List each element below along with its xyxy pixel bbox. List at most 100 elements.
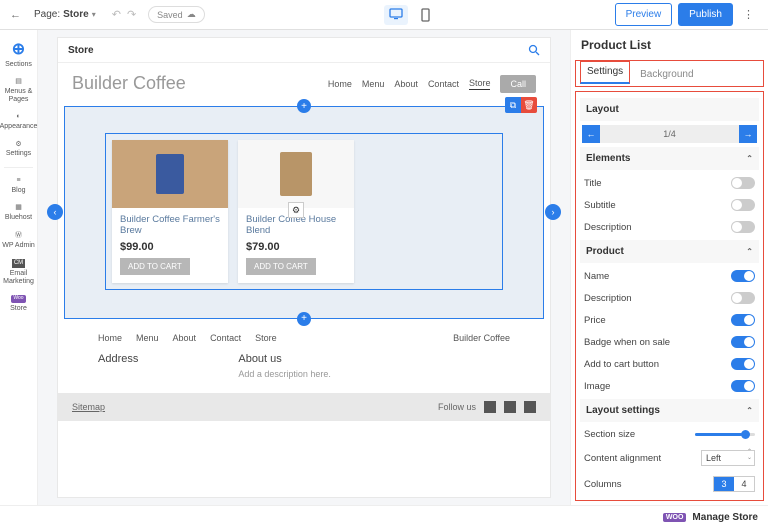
columns-4[interactable]: 4 [734,477,754,491]
columns-picker[interactable]: 34 [713,476,755,492]
page-name: Store [63,9,89,20]
add-to-cart-button[interactable]: ADD TO CART [246,258,316,275]
redo-icon[interactable]: ↷ [127,8,136,21]
row-label: Description [584,293,632,304]
toggle-badge[interactable] [731,336,755,348]
duplicate-icon[interactable]: ⧉ [505,97,521,113]
columns-3[interactable]: 3 [714,477,734,491]
layout-next-icon[interactable]: → [739,125,757,143]
product-image [112,140,228,208]
desktop-icon[interactable] [384,5,408,25]
footer-nav-item[interactable]: Home [98,333,122,343]
top-bar: ← Page: Store ▾ ↶ ↷ Saved ☁ Preview Publ… [0,0,768,30]
toggle-image[interactable] [731,380,755,392]
group-layout-settings[interactable]: Layout settings⌃ [580,399,759,422]
layout-prev-icon[interactable]: ← [582,125,600,143]
group-product[interactable]: Product ⌃ [580,240,759,263]
toggle-description[interactable] [731,221,755,233]
toggle-product-description[interactable] [731,292,755,304]
toggle-price[interactable] [731,314,755,326]
footer-nav-item[interactable]: Contact [210,333,241,343]
sidebar-label: Bluehost [5,214,32,222]
footer-nav-item[interactable]: Store [255,333,277,343]
section-size-slider[interactable] [695,433,755,436]
row-label: Badge when on sale [584,337,670,348]
breadcrumb: Store [68,45,94,56]
row-columns: Columns34 [582,471,757,497]
sidebar-blog[interactable]: ≡Blog [0,172,37,199]
page-selector[interactable]: Page: Store ▾ [34,9,96,20]
footer-nav-item[interactable]: About [173,333,197,343]
sidebar-label: Store [10,305,27,313]
footer-nav-item[interactable]: Menu [136,333,159,343]
row-label: Price [584,315,606,326]
chevron-down-icon: ▾ [92,10,96,19]
grid-icon: ▦ [15,204,22,212]
sitemap-link[interactable]: Sitemap [72,402,105,412]
chevron-up-icon: ⌃ [746,154,753,163]
site-nav: Home Menu About Contact Store Call [328,75,536,93]
sidebar-menus-pages[interactable]: ▤Menus & Pages [0,73,37,108]
sidebar-settings[interactable]: ⚙Settings [0,136,37,163]
twitter-icon[interactable] [504,401,516,413]
product-card[interactable]: ⚙ Builder Coffee House Blend $79.00 ADD … [238,140,354,283]
group-elements[interactable]: Elements ⌃ [580,147,759,170]
nav-about[interactable]: About [394,79,418,89]
product-card[interactable]: Builder Coffee Farmer's Brew $99.00 ADD … [112,140,228,283]
nav-store[interactable]: Store [469,78,491,90]
add-to-cart-button[interactable]: ADD TO CART [120,258,190,275]
preview-button[interactable]: Preview [615,3,673,26]
toggle-add-to-cart[interactable] [731,358,755,370]
call-button[interactable]: Call [500,75,536,93]
back-arrow-icon[interactable]: ← [10,9,26,21]
group-label: Elements [586,153,630,164]
toggle-title[interactable] [731,177,755,189]
bottom-bar: WOO Manage Store [0,505,768,529]
nav-home[interactable]: Home [328,79,352,89]
about-heading: About us [238,353,281,365]
tab-settings[interactable]: Settings [580,61,630,84]
nav-menu[interactable]: Menu [362,79,385,89]
row-label: Title [584,178,602,189]
carousel-next-icon[interactable]: › [545,204,561,220]
website-canvas[interactable]: Store Builder Coffee Home Menu About Con… [58,38,550,497]
undo-icon[interactable]: ↶ [112,8,121,21]
sidebar-label: Blog [11,187,25,195]
sidebar-wpadmin[interactable]: ⓌWP Admin [0,227,37,254]
row-name: Name [582,265,757,287]
add-section-below-icon[interactable]: + [297,312,311,326]
mobile-icon[interactable] [416,5,435,25]
sidebar-sections[interactable]: ⊕Sections [0,36,37,73]
sidebar-email-marketing[interactable]: CMEmail Marketing [0,254,37,290]
saved-indicator: Saved ☁ [148,6,205,23]
tab-background[interactable]: Background [638,65,695,84]
cm-icon: CM [12,259,25,268]
selected-section[interactable]: + ⧉ 🗑 ‹ › Builder Coffee Farmer's Brew $… [64,106,544,319]
carousel-prev-icon[interactable]: ‹ [47,204,63,220]
facebook-icon[interactable] [484,401,496,413]
panel-tabs: Settings Background [575,60,764,87]
publish-button[interactable]: Publish [678,3,733,26]
group-label: Product [586,246,624,257]
delete-icon[interactable]: 🗑 [521,97,537,113]
nav-contact[interactable]: Contact [428,79,459,89]
row-label: Add to cart button [584,359,659,370]
alignment-select[interactable]: Left [701,450,755,466]
product-grid[interactable]: Builder Coffee Farmer's Brew $99.00 ADD … [105,133,503,290]
card-settings-icon[interactable]: ⚙ [288,202,304,218]
search-icon[interactable] [528,44,540,56]
toggle-subtitle[interactable] [731,199,755,211]
more-menu-icon[interactable]: ⋮ [739,8,758,21]
row-description: Description [582,216,757,238]
toggle-name[interactable] [731,270,755,282]
instagram-icon[interactable] [524,401,536,413]
sidebar-label: Sections [5,61,32,69]
manage-store-link[interactable]: Manage Store [692,512,758,523]
sidebar-bluehost[interactable]: ▦ Bluehost [0,199,37,226]
add-section-above-icon[interactable]: + [297,99,311,113]
sidebar-appearance[interactable]: ◐Appearance [0,108,37,135]
woo-badge-icon: WOO [663,513,687,522]
chevron-up-icon: ⌃ [746,247,753,256]
sidebar-store[interactable]: WooStore [0,290,37,317]
group-layout[interactable]: Layout [580,98,759,121]
